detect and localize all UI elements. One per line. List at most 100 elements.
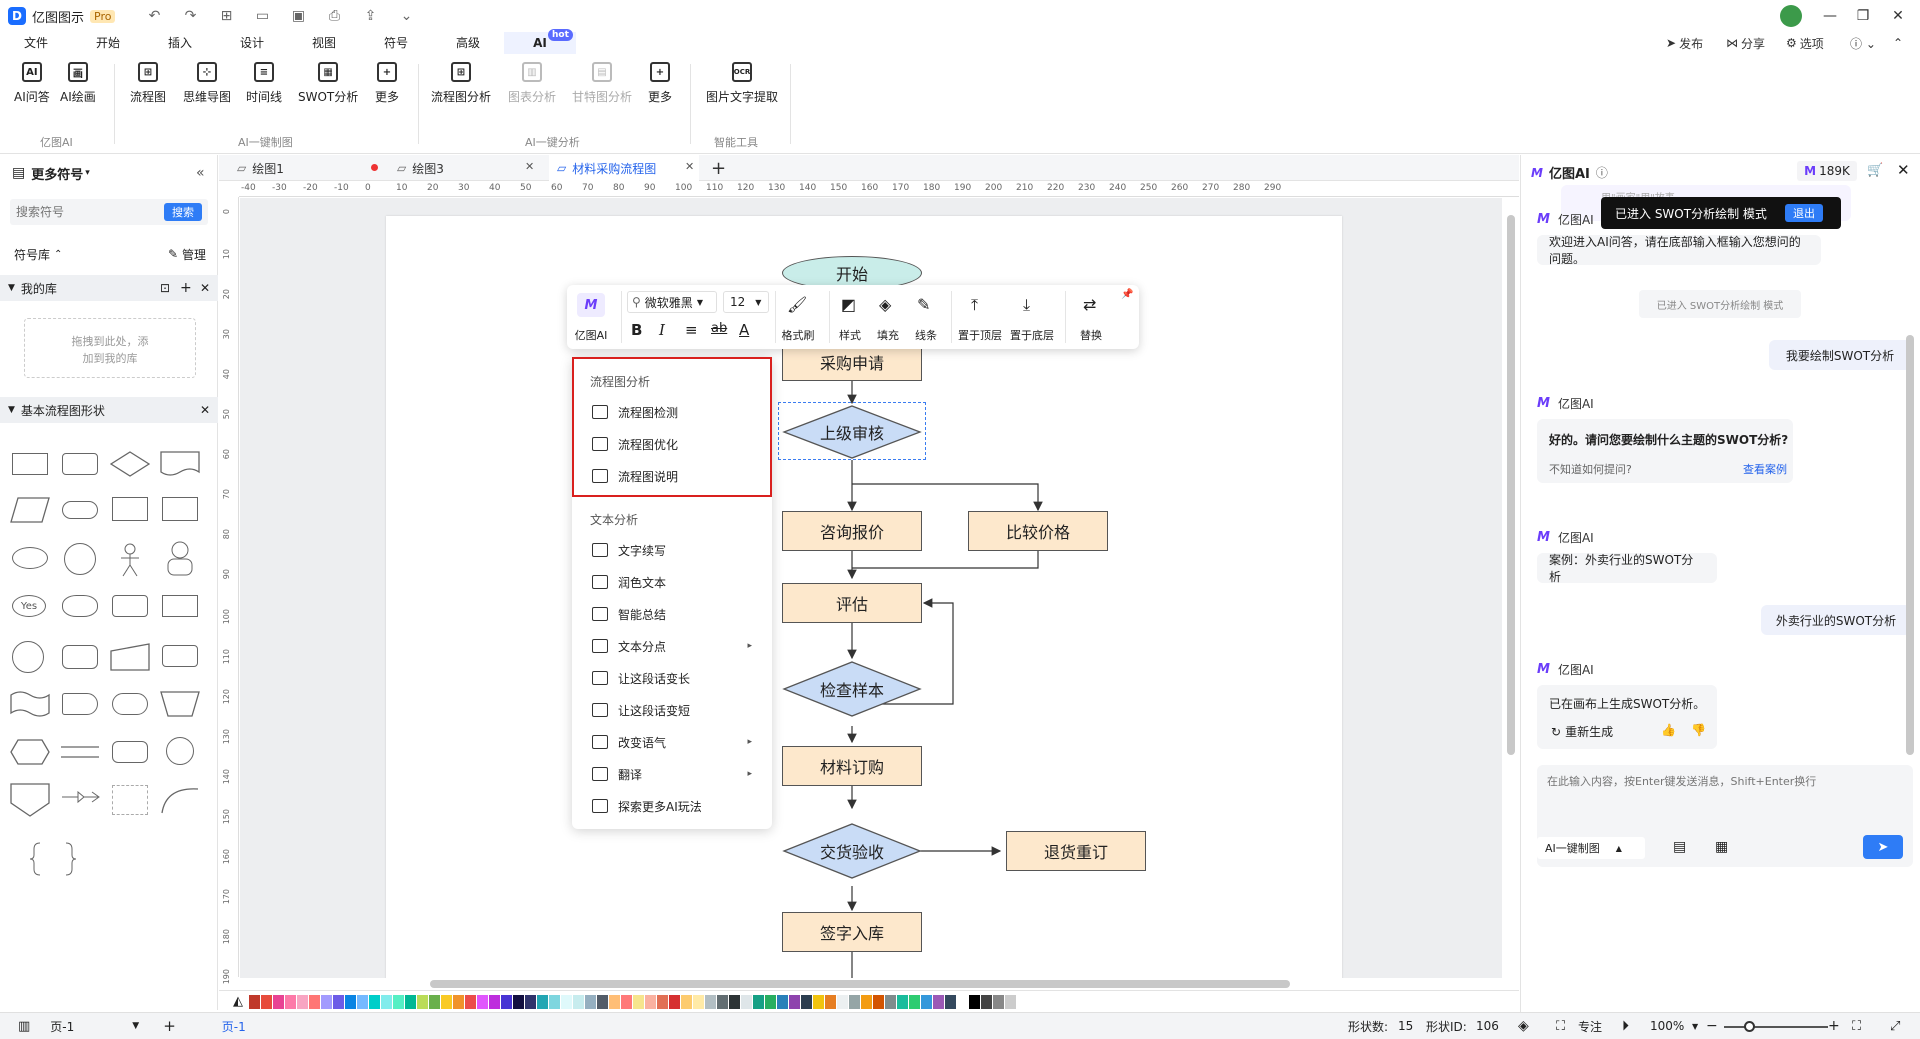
color-swatch[interactable]: [861, 994, 872, 1009]
view-case-link[interactable]: 查看案例: [1743, 461, 1787, 477]
send-to-back-label[interactable]: 置于底层: [1007, 327, 1057, 343]
play-icon[interactable]: ⏵: [1622, 1018, 1629, 1034]
customize-icon[interactable]: ⌄: [395, 8, 417, 24]
fullscreen-icon[interactable]: ⤢: [1890, 1019, 1900, 1034]
menu-item-translate[interactable]: 翻译 ▸: [592, 761, 762, 787]
color-swatch[interactable]: [897, 994, 908, 1009]
color-swatch[interactable]: [513, 994, 524, 1009]
shape-preparation[interactable]: [10, 739, 50, 765]
shape-direct-storage[interactable]: [62, 645, 98, 669]
color-swatch[interactable]: [585, 994, 596, 1009]
align-icon[interactable]: ≡: [685, 321, 698, 339]
mode-select[interactable]: AI一键制图 ▲: [1537, 837, 1645, 859]
color-swatch[interactable]: [825, 994, 836, 1009]
color-swatch[interactable]: [837, 994, 848, 1009]
zoom-in-icon[interactable]: +: [1828, 1018, 1840, 1034]
color-swatch[interactable]: [801, 994, 812, 1009]
yitu-ai-label[interactable]: 亿图AI: [571, 327, 611, 343]
zoom-out-icon[interactable]: −: [1706, 1018, 1718, 1034]
help-circle-icon[interactable]: ⓘ: [1596, 164, 1608, 181]
symbol-search-input[interactable]: [16, 203, 156, 221]
color-swatch[interactable]: [465, 994, 476, 1009]
shape-delay[interactable]: [62, 693, 98, 715]
style-label[interactable]: 样式: [831, 327, 869, 343]
avatar[interactable]: [1780, 5, 1802, 27]
basic-shapes-header[interactable]: ▼ 基本流程图形状 ✕: [0, 397, 218, 423]
redo-icon[interactable]: ↷: [179, 8, 201, 24]
print-icon[interactable]: ⎙: [323, 8, 345, 24]
timeline-button[interactable]: ≡ 时间线: [246, 62, 282, 105]
color-swatch[interactable]: [873, 994, 884, 1009]
font-family-select[interactable]: ⚲ 微软雅黑 ▼: [627, 291, 717, 313]
line-icon[interactable]: ✎: [917, 295, 930, 314]
format-brush-icon[interactable]: 🖌: [787, 295, 807, 314]
add-tab-icon[interactable]: +: [703, 155, 729, 181]
color-swatch[interactable]: [933, 994, 944, 1009]
export-icon[interactable]: ⇪: [359, 8, 381, 24]
color-swatch[interactable]: [981, 994, 992, 1009]
color-swatch[interactable]: [549, 994, 560, 1009]
horizontal-scrollbar[interactable]: [430, 980, 1290, 988]
replace-label[interactable]: 替换: [1071, 327, 1111, 343]
shape-user[interactable]: [166, 541, 194, 577]
node-sign[interactable]: 签字入库: [782, 912, 922, 952]
swot-button[interactable]: ▦ SWOT分析: [298, 62, 358, 105]
menu-item-shorten[interactable]: 让这段话变短: [592, 697, 762, 723]
font-size-select[interactable]: 12 ▼: [723, 291, 769, 313]
menu-item-lengthen[interactable]: 让这段话变长: [592, 665, 762, 691]
zoom-value[interactable]: 100%: [1650, 1019, 1684, 1033]
color-swatch[interactable]: [501, 994, 512, 1009]
color-swatch[interactable]: [525, 994, 536, 1009]
page-select[interactable]: 页-1: [50, 1018, 74, 1035]
shape-ellipse[interactable]: [12, 547, 48, 569]
color-swatch[interactable]: [657, 994, 668, 1009]
tab-file[interactable]: 文件: [0, 32, 72, 54]
exit-mode-button[interactable]: 退出: [1785, 204, 1823, 222]
format-brush-label[interactable]: 格式刷: [775, 327, 821, 343]
color-swatch[interactable]: [321, 994, 332, 1009]
color-swatch[interactable]: [753, 994, 764, 1009]
shape-parallel-mode[interactable]: [60, 739, 100, 765]
color-swatch[interactable]: [561, 994, 572, 1009]
color-swatch[interactable]: [537, 994, 548, 1009]
color-swatch[interactable]: [681, 994, 692, 1009]
chevron-down-icon[interactable]: ▾: [85, 168, 90, 178]
node-order[interactable]: 材料订购: [782, 746, 922, 786]
shape-yes-ellipse[interactable]: Yes: [12, 595, 46, 617]
my-library-header[interactable]: ▼ 我的库 ⊡ + ✕: [0, 275, 218, 301]
edit-icon[interactable]: ✎: [168, 247, 178, 261]
pin-icon[interactable]: 📌: [1121, 289, 1133, 300]
bring-to-front-label[interactable]: 置于顶层: [955, 327, 1005, 343]
shape-stored-data[interactable]: [112, 595, 148, 617]
font-color-icon[interactable]: A: [739, 321, 749, 339]
tab-insert[interactable]: 插入: [144, 32, 216, 54]
color-swatch[interactable]: [297, 994, 308, 1009]
color-swatch[interactable]: [249, 994, 260, 1009]
shape-data[interactable]: [10, 497, 50, 523]
publish-button[interactable]: ➤ 发布: [1666, 32, 1703, 54]
shape-loop-limit[interactable]: [112, 741, 148, 763]
chevron-down-icon[interactable]: ▼: [1692, 1022, 1698, 1031]
more-button[interactable]: + 更多: [375, 62, 399, 105]
close-window-icon[interactable]: ✕: [1878, 0, 1918, 32]
style-icon[interactable]: ◩: [841, 295, 856, 314]
shape-terminator[interactable]: [62, 501, 98, 519]
tab-design[interactable]: 设计: [216, 32, 288, 54]
regenerate-button[interactable]: ↻ 重新生成: [1551, 723, 1613, 740]
zoom-slider[interactable]: [1724, 1026, 1828, 1028]
chevron-down-icon[interactable]: ▼: [132, 1021, 139, 1031]
replace-icon[interactable]: ⇄: [1083, 295, 1096, 314]
my-library-dropzone[interactable]: 拖拽到此处，添 加到我的库: [24, 318, 196, 378]
color-swatch[interactable]: [741, 994, 752, 1009]
menu-item-continue-writing[interactable]: 文字续写: [592, 537, 762, 563]
shape-braces[interactable]: [28, 841, 78, 877]
color-swatch[interactable]: [717, 994, 728, 1009]
color-swatch[interactable]: [477, 994, 488, 1009]
image-upload-icon[interactable]: ▤: [1673, 839, 1686, 855]
shape-rounded-rectangle[interactable]: [62, 453, 98, 475]
menu-item-tone[interactable]: 改变语气 ▸: [592, 729, 762, 755]
thumbs-down-icon[interactable]: 👎: [1691, 723, 1706, 737]
node-inquiry[interactable]: 咨询报价: [782, 511, 922, 551]
shape-document[interactable]: [160, 451, 200, 477]
thumbs-up-icon[interactable]: 👍: [1661, 723, 1676, 737]
